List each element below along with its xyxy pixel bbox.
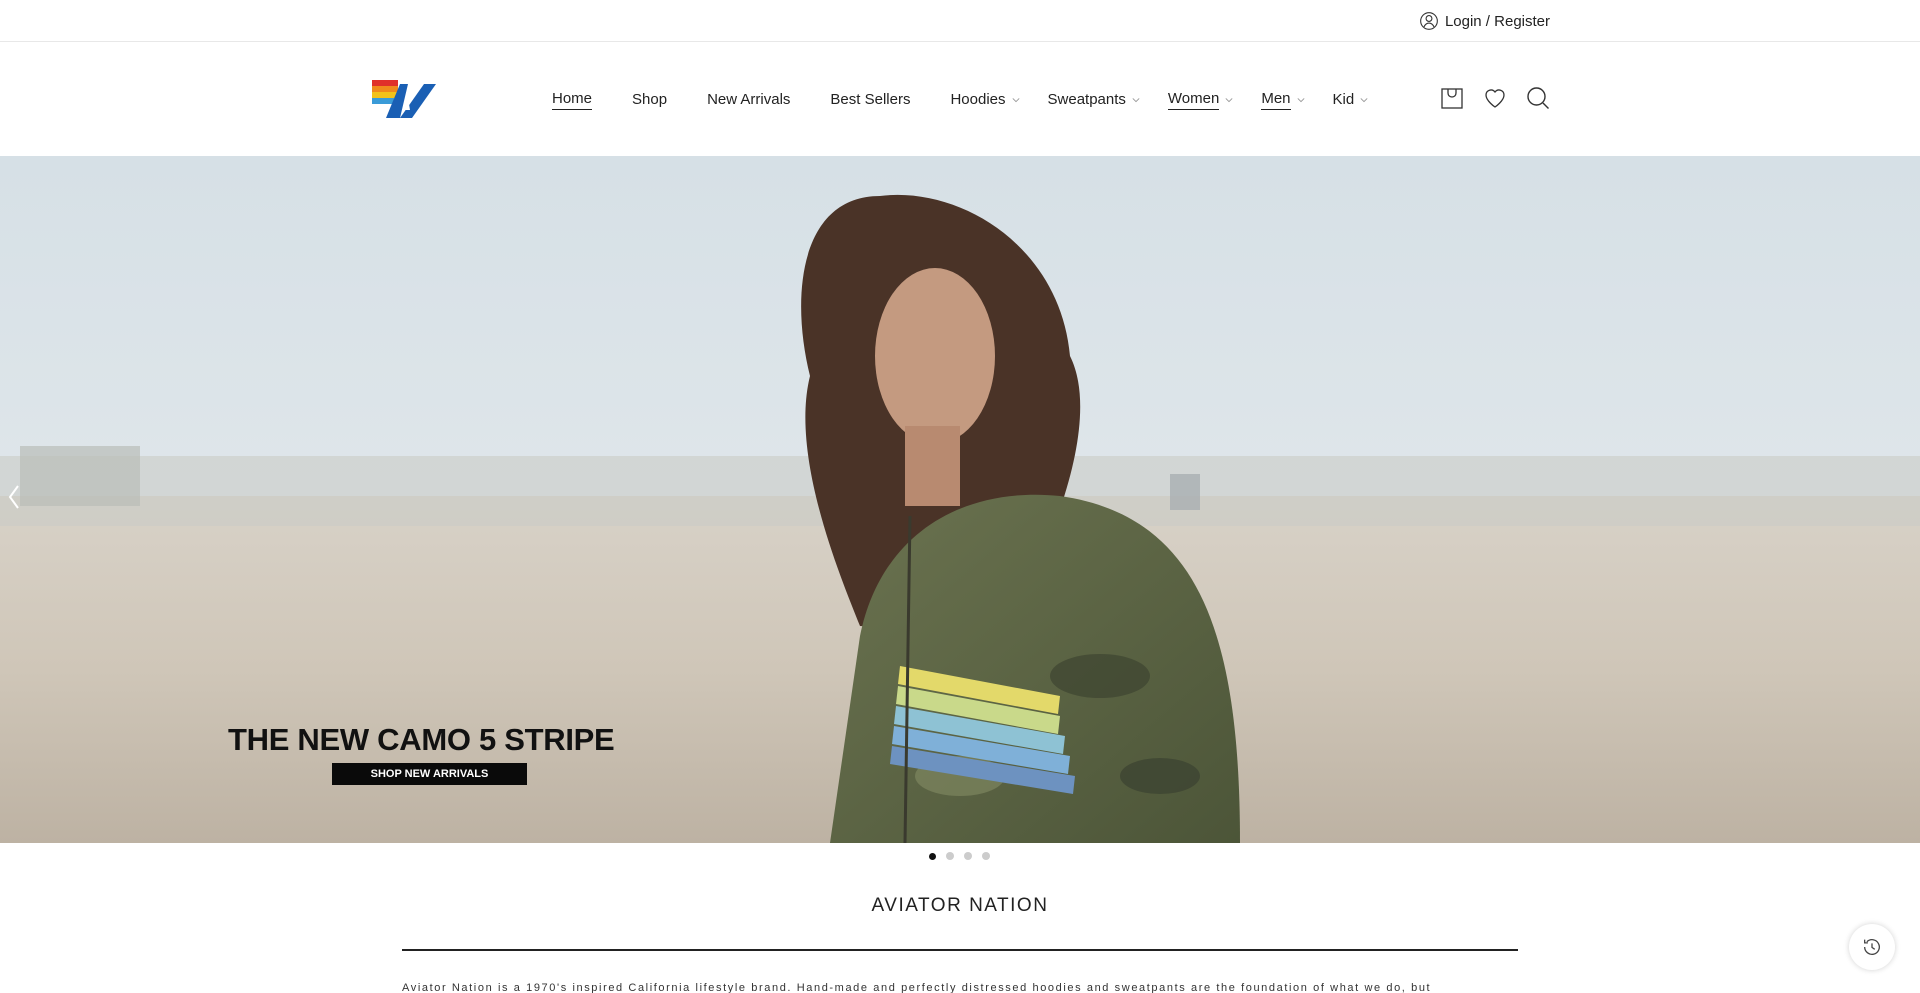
history-clock-icon <box>1864 939 1880 955</box>
top-bar: Login / Register <box>0 0 1920 42</box>
chevron-down-icon <box>1297 98 1305 103</box>
chevron-down-icon <box>1012 98 1020 103</box>
nav-best-sellers[interactable]: Best Sellers <box>830 91 910 110</box>
hero-slider: THE NEW CAMO 5 STRIPE SHOP NEW ARRIVALS <box>0 156 1920 843</box>
chevron-down-icon <box>1360 98 1368 103</box>
nav-shop-label: Shop <box>632 90 668 108</box>
nav-kid[interactable]: Kid <box>1333 91 1369 110</box>
slider-dot-3[interactable] <box>964 852 972 860</box>
nav-best-sellers-label: Best Sellers <box>830 90 911 108</box>
nav-sweatpants-label: Sweatpants <box>1047 90 1126 108</box>
nav-new-arrivals-label: New Arrivals <box>707 90 791 108</box>
slider-dot-2[interactable] <box>946 852 954 860</box>
header-icons <box>1440 86 1550 110</box>
hero-title: THE NEW CAMO 5 STRIPE <box>228 722 615 757</box>
login-register-link[interactable]: Login / Register <box>1419 11 1550 31</box>
slider-dot-4[interactable] <box>982 852 990 860</box>
slider-pagination <box>929 852 990 860</box>
nav-sweatpants[interactable]: Sweatpants <box>1048 91 1140 110</box>
about-title: AVIATOR NATION <box>871 895 1049 916</box>
nav-hoodies[interactable]: Hoodies <box>950 90 1020 110</box>
nav-shop[interactable]: Shop <box>632 91 667 110</box>
user-icon <box>1420 12 1438 30</box>
chevron-down-icon <box>1225 98 1233 103</box>
slider-dot-1[interactable] <box>929 852 936 860</box>
search-icon[interactable] <box>1526 86 1550 110</box>
nav-women[interactable]: Women <box>1167 90 1233 110</box>
nav-women-label: Women <box>1167 90 1220 110</box>
nav-hoodies-label: Hoodies <box>950 90 1006 108</box>
shop-new-arrivals-button[interactable]: SHOP NEW ARRIVALS <box>332 763 527 785</box>
about-divider <box>402 949 1518 951</box>
history-button[interactable] <box>1849 924 1895 970</box>
nav-men[interactable]: Men <box>1261 90 1305 110</box>
nav-men-label: Men <box>1261 90 1291 110</box>
site-header: Home Shop New Arrivals Best Sellers Hood… <box>0 42 1920 156</box>
main-nav: Home Shop New Arrivals Best Sellers Hood… <box>552 90 1396 110</box>
nav-home[interactable]: Home <box>552 90 593 110</box>
login-register-label: Login / Register <box>1444 12 1550 30</box>
cart-icon[interactable] <box>1440 86 1464 110</box>
about-text: Aviator Nation is a 1970's inspired Cali… <box>402 982 1432 993</box>
chevron-down-icon <box>1132 98 1140 103</box>
nav-kid-label: Kid <box>1332 90 1355 108</box>
nav-home-label: Home <box>552 90 593 110</box>
nav-new-arrivals[interactable]: New Arrivals <box>707 91 790 110</box>
wishlist-heart-icon[interactable] <box>1483 86 1507 110</box>
slider-prev-arrow[interactable] <box>6 482 22 512</box>
aviator-nation-logo[interactable] <box>372 80 438 120</box>
